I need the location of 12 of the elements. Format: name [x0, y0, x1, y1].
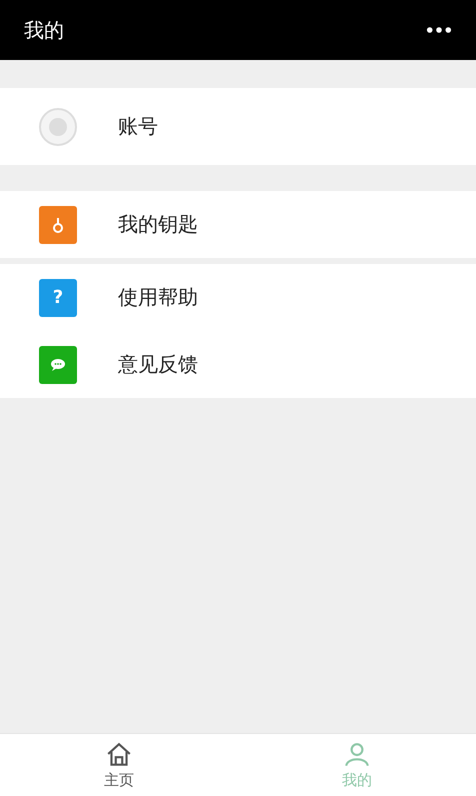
- more-icon[interactable]: [426, 26, 452, 34]
- menu-item[interactable]: ? 使用帮助: [0, 264, 476, 331]
- account-card[interactable]: 账号: [0, 88, 476, 165]
- home-icon: [105, 740, 133, 768]
- avatar-icon: [38, 106, 78, 146]
- help-icon: ?: [39, 278, 77, 316]
- account-label: 账号: [118, 113, 158, 140]
- menu-item[interactable]: 我的钥匙: [0, 191, 476, 258]
- person-icon: [343, 740, 371, 768]
- menu-item[interactable]: 意见反馈: [0, 331, 476, 398]
- page-title: 我的: [24, 16, 64, 44]
- tab[interactable]: 主页: [0, 734, 238, 796]
